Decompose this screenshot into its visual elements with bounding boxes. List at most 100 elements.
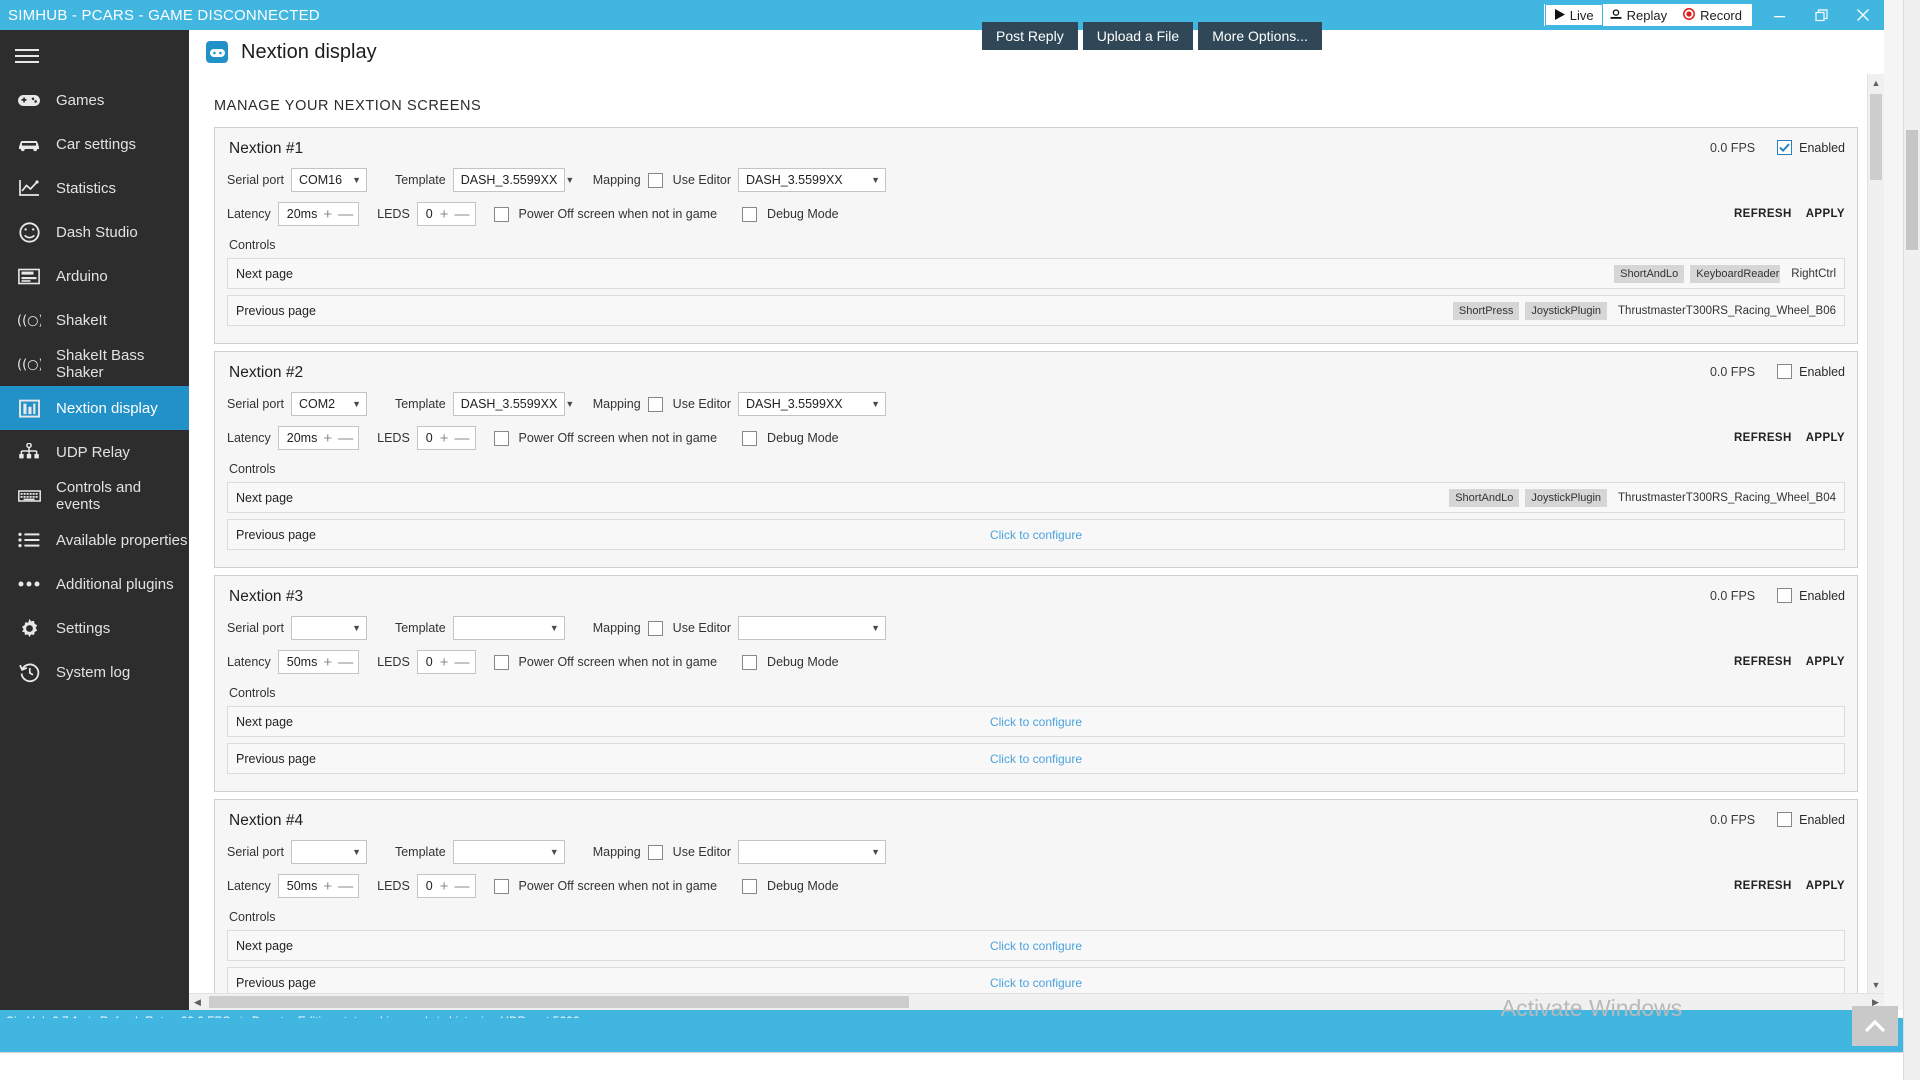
debug-mode-checkbox[interactable] xyxy=(742,878,758,894)
latency-stepper[interactable]: 50ms + — xyxy=(277,874,360,898)
latency-increment-icon[interactable]: + xyxy=(323,655,332,670)
debug-mode-checkbox[interactable] xyxy=(742,206,758,222)
horizontal-scroll-thumb[interactable] xyxy=(209,996,909,1008)
enabled-checkbox-wrap[interactable]: Enabled xyxy=(1777,140,1845,155)
leds-stepper[interactable]: 0 + — xyxy=(416,874,476,898)
enabled-checkbox[interactable] xyxy=(1777,364,1793,379)
control-row[interactable]: Previous page Click to configure xyxy=(227,967,1845,993)
forum-link[interactable]: 2 Wiki xyxy=(1662,30,1696,46)
leds-stepper[interactable]: 0 + — xyxy=(416,426,476,450)
enabled-checkbox-wrap[interactable]: Enabled xyxy=(1777,364,1845,379)
control-row[interactable]: Previous page ShortPress JoystickPlugin Thr… xyxy=(227,295,1845,326)
enabled-checkbox[interactable] xyxy=(1777,140,1793,155)
editor-dropdown[interactable]: DASH_3.5599XX ▼ xyxy=(738,392,887,416)
power-off-checkbox[interactable] xyxy=(493,430,509,446)
refresh-button[interactable]: REFRESH xyxy=(1734,208,1792,220)
sidebar-item-games[interactable]: Games xyxy=(0,78,189,122)
editor-dropdown[interactable]: ▼ xyxy=(738,840,887,864)
latency-increment-icon[interactable]: + xyxy=(323,879,332,894)
latency-increment-icon[interactable]: + xyxy=(323,431,332,446)
sidebar-item-dash-studio[interactable]: Dash Studio xyxy=(0,210,189,254)
sidebar-item-udp-relay[interactable]: UDP Relay xyxy=(0,430,189,474)
leds-decrement-icon[interactable]: — xyxy=(455,431,470,446)
leds-stepper[interactable]: 0 + — xyxy=(416,650,476,674)
forum-button-upload-a-file[interactable]: Upload a File xyxy=(1082,22,1194,50)
mapping-checkbox[interactable] xyxy=(647,844,663,860)
sidebar-item-system-log[interactable]: System log xyxy=(0,650,189,694)
refresh-button[interactable]: REFRESH xyxy=(1734,880,1792,892)
leds-increment-icon[interactable]: + xyxy=(440,879,449,894)
refresh-button[interactable]: REFRESH xyxy=(1734,432,1792,444)
sidebar-item-settings[interactable]: Settings xyxy=(0,606,189,650)
sidebar-item-shakeit-bass-shaker[interactable]: ((○)) ShakeIt Bass Shaker xyxy=(0,342,189,386)
maximize-button[interactable] xyxy=(1800,0,1842,30)
sidebar-item-shakeit[interactable]: ((○)) ShakeIt xyxy=(0,298,189,342)
power-off-checkbox[interactable] xyxy=(493,878,509,894)
forum-button-more-options[interactable]: More Options... xyxy=(1198,22,1322,50)
leds-decrement-icon[interactable]: — xyxy=(455,655,470,670)
live-button[interactable]: Live xyxy=(1544,4,1603,26)
sidebar-item-nextion-display[interactable]: Nextion display xyxy=(0,386,189,430)
leds-stepper[interactable]: 0 + — xyxy=(416,202,476,226)
scroll-to-top-button[interactable] xyxy=(1852,1006,1898,1046)
leds-increment-icon[interactable]: + xyxy=(440,655,449,670)
control-row[interactable]: Previous page Click to configure xyxy=(227,519,1845,550)
control-row[interactable]: Next page ShortAndLo KeyboardReaderPlugin R… xyxy=(227,258,1845,289)
control-row[interactable]: Previous page Click to configure xyxy=(227,743,1845,774)
click-to-configure-link[interactable]: Click to configure xyxy=(990,528,1082,542)
template-dropdown[interactable]: DASH_3.5599XX ▼ xyxy=(452,168,574,192)
forum-button-post-reply[interactable]: Post Reply xyxy=(982,22,1078,50)
debug-mode-checkbox[interactable] xyxy=(742,654,758,670)
control-row[interactable]: Next page Click to configure xyxy=(227,930,1845,961)
serial-port-dropdown[interactable]: ▼ xyxy=(290,840,367,864)
browser-scrollbar[interactable] xyxy=(1903,0,1920,1080)
sidebar-item-statistics[interactable]: Statistics xyxy=(0,166,189,210)
sidebar-item-available-properties[interactable]: Available properties xyxy=(0,518,189,562)
template-dropdown[interactable]: ▼ xyxy=(452,616,565,640)
leds-decrement-icon[interactable]: — xyxy=(455,879,470,894)
template-dropdown[interactable]: DASH_3.5599XX ▼ xyxy=(452,392,574,416)
apply-button[interactable]: APPLY xyxy=(1806,880,1845,892)
leds-increment-icon[interactable]: + xyxy=(440,431,449,446)
latency-stepper[interactable]: 50ms + — xyxy=(277,650,360,674)
power-off-checkbox[interactable] xyxy=(493,654,509,670)
scroll-left-arrow-icon[interactable]: ◀ xyxy=(189,994,206,1011)
serial-port-dropdown[interactable]: COM16 ▼ xyxy=(290,168,367,192)
enabled-checkbox[interactable] xyxy=(1777,812,1793,827)
editor-dropdown[interactable]: DASH_3.5599XX ▼ xyxy=(738,168,887,192)
mapping-checkbox[interactable] xyxy=(647,172,663,188)
latency-stepper[interactable]: 20ms + — xyxy=(277,426,360,450)
enabled-checkbox[interactable] xyxy=(1777,588,1793,603)
minimize-button[interactable] xyxy=(1758,0,1800,30)
apply-button[interactable]: APPLY xyxy=(1806,656,1845,668)
enabled-checkbox-wrap[interactable]: Enabled xyxy=(1777,812,1845,827)
replay-button[interactable]: Replay xyxy=(1602,5,1675,25)
sidebar-item-car-settings[interactable]: Car settings xyxy=(0,122,189,166)
leds-increment-icon[interactable]: + xyxy=(440,207,449,222)
control-binding[interactable]: ShortAndLo JoystickPlugin ThrustmasterT300… xyxy=(1449,488,1836,507)
click-to-configure-link[interactable]: Click to configure xyxy=(990,939,1082,953)
mapping-checkbox[interactable] xyxy=(647,620,663,636)
close-button[interactable] xyxy=(1842,0,1884,30)
sidebar-item-controls-and-events[interactable]: Controls and events xyxy=(0,474,189,518)
control-row[interactable]: Next page Click to configure xyxy=(227,706,1845,737)
refresh-button[interactable]: REFRESH xyxy=(1734,656,1792,668)
template-dropdown[interactable]: ▼ xyxy=(452,840,565,864)
control-binding[interactable]: ShortPress JoystickPlugin ThrustmasterT300… xyxy=(1452,301,1836,320)
browser-scroll-thumb[interactable] xyxy=(1906,130,1918,250)
power-off-checkbox[interactable] xyxy=(493,206,509,222)
vertical-scrollbar[interactable]: ▲ ▼ xyxy=(1867,74,1884,993)
menu-toggle-button[interactable] xyxy=(0,34,189,78)
debug-mode-checkbox[interactable] xyxy=(742,430,758,446)
serial-port-dropdown[interactable]: ▼ xyxy=(290,616,367,640)
click-to-configure-link[interactable]: Click to configure xyxy=(990,715,1082,729)
control-row[interactable]: Next page ShortAndLo JoystickPlugin Thrustm… xyxy=(227,482,1845,513)
record-button[interactable]: Record xyxy=(1675,5,1750,25)
control-binding[interactable]: ShortAndLo KeyboardReaderPlugin RightCtrl xyxy=(1614,264,1836,283)
click-to-configure-link[interactable]: Click to configure xyxy=(990,752,1082,766)
latency-stepper[interactable]: 20ms + — xyxy=(277,202,360,226)
scroll-up-arrow-icon[interactable]: ▲ xyxy=(1868,74,1884,91)
latency-increment-icon[interactable]: + xyxy=(323,207,332,222)
enabled-checkbox-wrap[interactable]: Enabled xyxy=(1777,588,1845,603)
apply-button[interactable]: APPLY xyxy=(1806,432,1845,444)
